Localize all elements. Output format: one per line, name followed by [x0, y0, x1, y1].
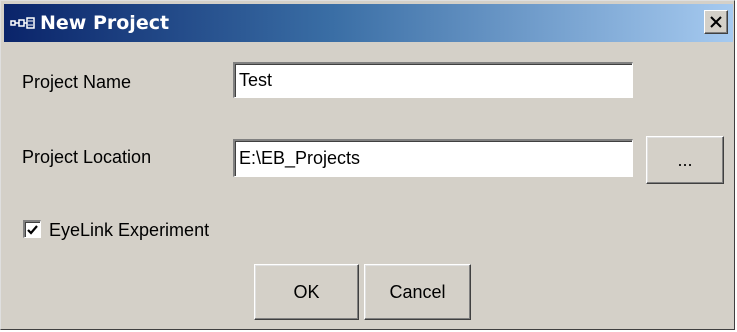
close-icon [710, 16, 722, 28]
project-link-icon [10, 16, 36, 30]
cancel-button[interactable]: Cancel [364, 264, 471, 320]
check-mark-icon [27, 225, 38, 235]
title-bar[interactable]: New Project [4, 4, 733, 42]
project-location-field[interactable] [233, 139, 633, 177]
project-location-label: Project Location [22, 147, 152, 167]
close-button[interactable] [704, 10, 728, 34]
ok-button[interactable]: OK [254, 264, 359, 320]
dialog-title: New Project [40, 12, 170, 34]
eyelink-checkbox[interactable] [23, 220, 41, 238]
project-name-label: Project Name [22, 72, 132, 92]
new-project-dialog: New Project Project Name Project Locatio… [0, 0, 735, 330]
project-name-field[interactable] [233, 62, 633, 98]
eyelink-checkbox-label[interactable]: EyeLink Experiment [49, 219, 209, 241]
browse-button[interactable]: ... [646, 136, 724, 184]
